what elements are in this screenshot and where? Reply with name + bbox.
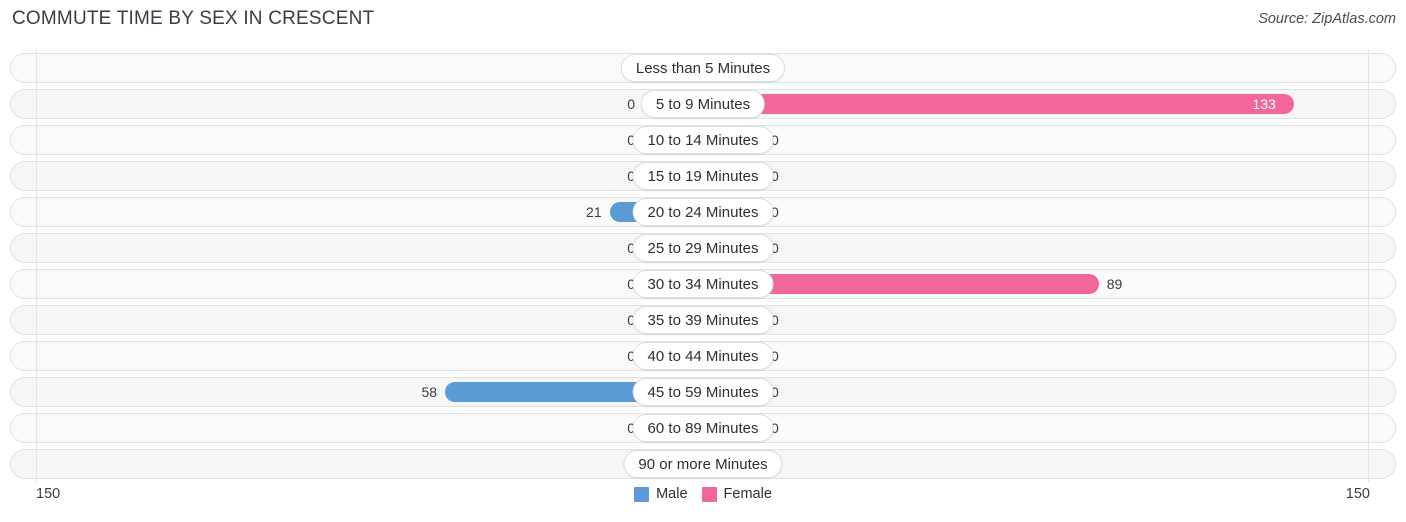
legend-label-male: Male xyxy=(656,486,688,502)
chart-row: 58 0 45 to 59 Minutes xyxy=(10,374,1396,410)
legend-label-female: Female xyxy=(723,486,772,502)
bar-value-male: 21 xyxy=(586,204,602,220)
page-title: COMMUTE TIME BY SEX IN CRESCENT xyxy=(12,8,375,29)
legend-item-female[interactable]: Female xyxy=(701,486,772,502)
chart-row: 0 0 35 to 39 Minutes xyxy=(10,302,1396,338)
legend-swatch-female-icon xyxy=(701,486,717,502)
chart-rows: 00Less than 5 Minutes01335 to 9 Minutes0… xyxy=(10,50,1396,482)
chart-plot-area: 00Less than 5 Minutes01335 to 9 Minutes0… xyxy=(10,50,1396,482)
chart-row: 0 0 40 to 44 Minutes xyxy=(10,338,1396,374)
source-attribution: Source: ZipAtlas.com xyxy=(1258,11,1396,27)
chart-row: 21 0 20 to 24 Minutes xyxy=(10,194,1396,230)
chart-row: 00Less than 5 Minutes xyxy=(10,50,1396,86)
category-label-pill: 35 to 39 Minutes xyxy=(632,306,774,334)
bar-female[interactable] xyxy=(703,94,1295,114)
bar-value-male: 0 xyxy=(627,96,635,112)
bar-value-female: 133 xyxy=(1252,96,1276,112)
category-label-pill: 25 to 29 Minutes xyxy=(632,234,774,262)
bar-value-male: 58 xyxy=(421,384,438,400)
category-label-pill: 5 to 9 Minutes xyxy=(640,90,766,118)
category-label-pill: 15 to 19 Minutes xyxy=(632,162,774,190)
category-label-pill: 30 to 34 Minutes xyxy=(632,270,774,298)
chart-footer: 150 150 Male Female xyxy=(0,482,1406,522)
category-label-pill: 60 to 89 Minutes xyxy=(632,414,774,442)
category-label-pill: 10 to 14 Minutes xyxy=(632,126,774,154)
chart-row: 0 0 15 to 19 Minutes xyxy=(10,158,1396,194)
chart-row: 0 0 10 to 14 Minutes xyxy=(10,122,1396,158)
chart-row: 0090 or more Minutes xyxy=(10,446,1396,482)
chart-row: 0 89 30 to 34 Minutes xyxy=(10,266,1396,302)
category-label-pill: 40 to 44 Minutes xyxy=(632,342,774,370)
chart-row: 0 0 60 to 89 Minutes xyxy=(10,410,1396,446)
chart-legend: Male Female xyxy=(0,486,1406,502)
legend-item-male[interactable]: Male xyxy=(634,486,688,502)
legend-swatch-male-icon xyxy=(634,486,650,502)
category-label-pill: 20 to 24 Minutes xyxy=(632,198,774,226)
chart-row: 0 133 5 to 9 Minutes xyxy=(10,86,1396,122)
bar-value-female: 89 xyxy=(1106,276,1123,292)
chart-page: COMMUTE TIME BY SEX IN CRESCENT Source: … xyxy=(0,0,1406,522)
category-label-pill: Less than 5 Minutes xyxy=(620,54,786,82)
category-label-pill: 90 or more Minutes xyxy=(623,450,783,478)
chart-header: COMMUTE TIME BY SEX IN CRESCENT Source: … xyxy=(0,0,1406,44)
chart-row: 0 0 25 to 29 Minutes xyxy=(10,230,1396,266)
category-label-pill: 45 to 59 Minutes xyxy=(632,378,774,406)
